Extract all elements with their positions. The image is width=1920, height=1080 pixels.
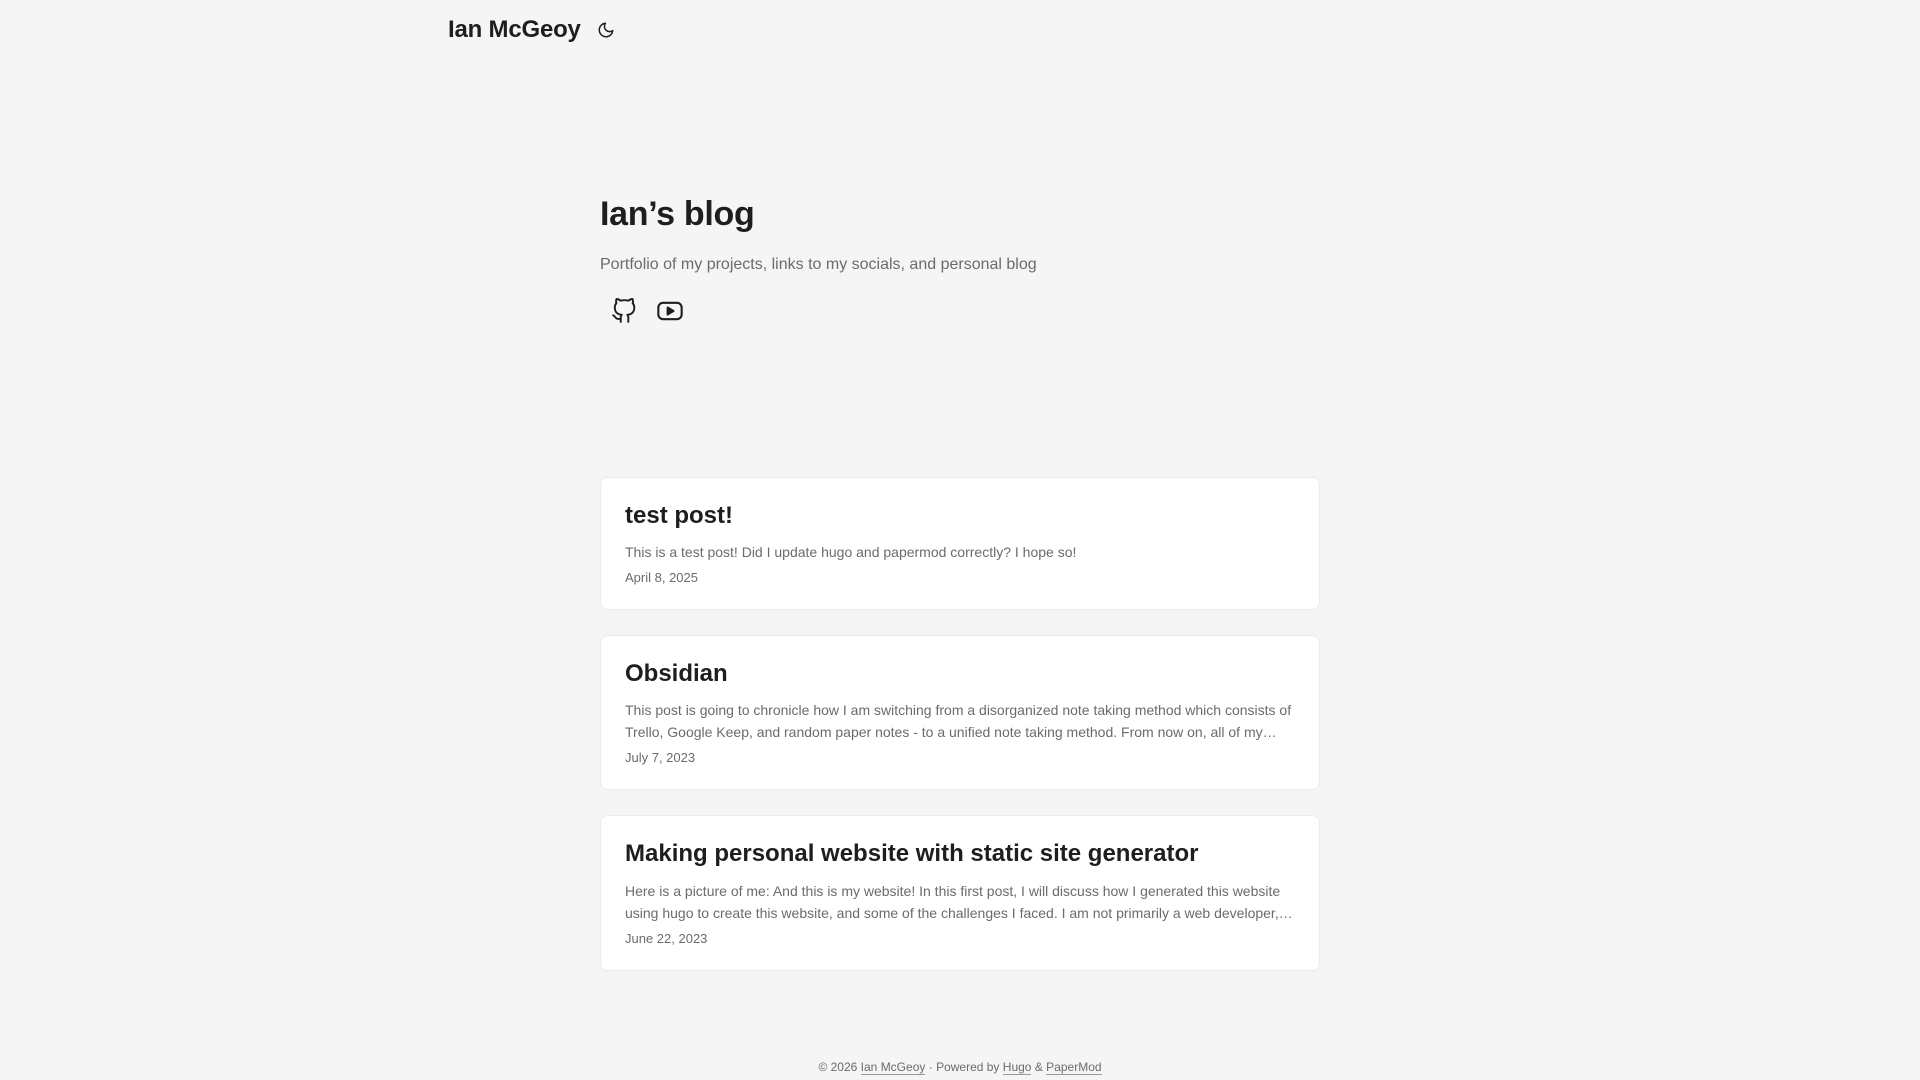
footer-ampersand: & [1034,1060,1043,1074]
page-title: Ian’s blog [600,195,755,233]
footer-copyright: © 2026 [818,1060,858,1074]
post-excerpt: This post is going to chronicle how I am… [625,702,1292,741]
post-card[interactable]: Making personal website with static site… [600,815,1320,971]
footer-hugo-link[interactable]: Hugo [1002,1060,1032,1075]
site-footer: © 2026 Ian McGeoy · Powered by Hugo & Pa… [0,1060,1920,1075]
post-title[interactable]: Obsidian [625,658,1295,689]
social-icons [600,296,1320,326]
post-date: June 22, 2023 [625,930,708,946]
footer-powered-by: Powered by [936,1060,1000,1074]
page-description: Portfolio of my projects, links to my so… [600,256,1037,273]
footer-author-link[interactable]: Ian McGeoy [860,1060,926,1075]
youtube-link[interactable] [655,296,685,326]
theme-toggle-button[interactable] [595,19,617,41]
footer-separator: · [928,1060,933,1074]
footer-papermod-link[interactable]: PaperMod [1046,1060,1102,1075]
post-list: test post! This is a test post! Did I up… [600,477,1320,996]
page: Ian McGeoy Ian’s blog Portfolio of my pr… [0,0,1920,1080]
youtube-icon [657,301,683,321]
post-card[interactable]: Obsidian This post is going to chronicle… [600,635,1320,791]
post-date: July 7, 2023 [625,750,696,766]
post-date: April 8, 2025 [625,570,698,586]
post-excerpt: This is a test post! Did I update hugo a… [625,544,1077,561]
post-title[interactable]: Making personal website with static site… [625,838,1295,869]
moon-icon [598,22,614,38]
post-card[interactable]: test post! This is a test post! Did I up… [600,477,1320,611]
site-title-link[interactable]: Ian McGeoy [448,16,581,44]
post-title[interactable]: test post! [625,500,1295,531]
post-excerpt: Here is a picture of me: And this is my … [625,882,1281,921]
profile-section: Ian’s blog Portfolio of my projects, lin… [600,195,1320,326]
github-icon [612,298,636,323]
github-link[interactable] [609,296,639,326]
site-header: Ian McGeoy [448,10,617,50]
